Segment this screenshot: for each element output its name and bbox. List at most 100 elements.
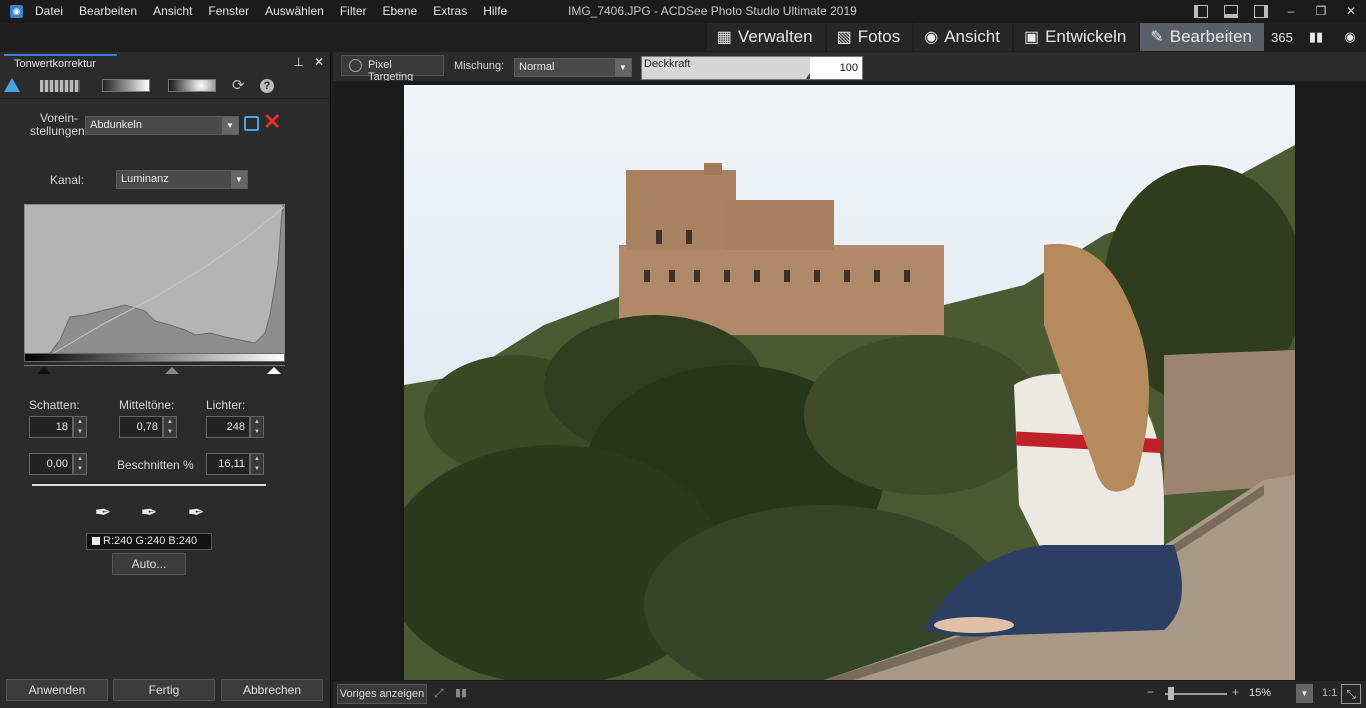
color-swatch — [92, 537, 100, 545]
layout-left-icon[interactable] — [1186, 0, 1216, 23]
menu-filter[interactable]: Filter — [340, 4, 367, 18]
maximize-button[interactable]: ❐ — [1306, 0, 1336, 23]
zoom-in-icon[interactable]: + — [1232, 685, 1239, 699]
panel-header-buttons: ⊥ ✕ — [293, 55, 324, 69]
window-title: IMG_7406.JPG - ACDSee Photo Studio Ultim… — [568, 4, 857, 18]
mode-bar: ▦ Verwalten ▧ Fotos ◉ Ansicht ▣ Entwickeln ✎… — [705, 23, 1366, 51]
done-button[interactable]: Fertig — [113, 679, 215, 701]
radial-gradient-icon[interactable] — [168, 79, 216, 92]
tab-ansicht[interactable]: ◉ Ansicht — [914, 23, 1012, 51]
close-panel-icon[interactable]: ✕ — [314, 55, 324, 69]
app-icon[interactable]: ◉ — [10, 5, 23, 18]
zoom-slider[interactable] — [1165, 693, 1227, 695]
help-icon[interactable]: ? — [260, 79, 274, 93]
title-bar: ◉ Datei Bearbeiten Ansicht Fenster Auswä… — [0, 0, 1366, 23]
cancel-button[interactable]: Abbrechen — [221, 679, 323, 701]
save-preset-icon[interactable] — [244, 116, 259, 131]
levels-slider[interactable] — [24, 365, 285, 377]
crosshair-icon — [349, 59, 362, 72]
rgb-readout: R:240 G:240 B:240 — [86, 533, 212, 550]
status-bar: Voriges anzeigen ⤢ ▮▮ − + 15% ▼ 1:1 ⤡ — [333, 681, 1366, 708]
menu-datei[interactable]: Datei — [35, 4, 63, 18]
linear-gradient-icon[interactable] — [102, 79, 150, 92]
options-bar: Pixel Targeting Mischung: Normal ▼ Deckk… — [333, 52, 1366, 83]
clip-low-input[interactable]: 0,00 — [29, 453, 73, 475]
midtones-handle[interactable] — [165, 367, 179, 374]
layout-right-icon[interactable] — [1246, 0, 1276, 23]
close-window-button[interactable]: ✕ — [1336, 0, 1366, 23]
highlights-handle[interactable] — [267, 367, 281, 374]
eye-icon: ◉ — [924, 29, 939, 46]
pixel-targeting-button[interactable]: Pixel Targeting — [341, 55, 444, 83]
chevron-down-icon: ▼ — [615, 59, 631, 76]
tab-fotos[interactable]: ▧ Fotos — [826, 23, 913, 51]
filmstrip-icon[interactable] — [40, 80, 80, 92]
tab-label: Entwickeln — [1045, 27, 1127, 46]
shadows-handle[interactable] — [37, 367, 51, 374]
warning-icon[interactable] — [4, 78, 20, 92]
blend-select[interactable]: Normal ▼ — [514, 58, 632, 77]
panel-tab-tonwertkorrektur[interactable]: Tonwertkorrektur — [4, 54, 117, 73]
shadows-input[interactable]: 18 — [29, 416, 73, 438]
fit-to-window-icon[interactable]: ⤡ — [1341, 684, 1361, 704]
histogram-gradient — [24, 353, 285, 362]
presets-select[interactable]: Abdunkeln ▼ — [85, 116, 239, 135]
tab-entwickeln[interactable]: ▣ Entwickeln — [1013, 23, 1139, 51]
zoom-value[interactable]: 15% — [1249, 687, 1271, 699]
auto-button[interactable]: Auto... — [112, 553, 186, 575]
image-canvas[interactable] — [335, 81, 1366, 681]
tab-label: Ansicht — [944, 27, 1000, 46]
minimize-button[interactable]: – — [1276, 0, 1306, 23]
dashboard-icon[interactable]: ▮▮ — [1300, 23, 1332, 51]
reset-icon[interactable]: ⟳ — [232, 76, 245, 94]
menu-fenster[interactable]: Fenster — [208, 4, 249, 18]
menu-ansicht[interactable]: Ansicht — [153, 4, 192, 18]
tab-verwalten[interactable]: ▦ Verwalten — [706, 23, 825, 51]
show-previous-button[interactable]: Voriges anzeigen — [337, 684, 427, 704]
layout-bottom-icon[interactable] — [1216, 0, 1246, 23]
menu-hilfe[interactable]: Hilfe — [483, 4, 507, 18]
photo[interactable] — [404, 85, 1295, 680]
panel-toolbar: ⟳ ? — [0, 73, 331, 99]
menu-auswaehlen[interactable]: Auswählen — [265, 4, 324, 18]
menu-ebene[interactable]: Ebene — [383, 4, 418, 18]
blend-label: Mischung: — [454, 60, 505, 72]
histogram[interactable] — [24, 204, 285, 362]
menu-extras[interactable]: Extras — [433, 4, 467, 18]
channel-value: Luminanz — [121, 173, 169, 185]
window-controls: – ❐ ✕ — [1186, 0, 1366, 23]
spin-arrows-icon[interactable]: ▲ ▼ — [163, 416, 177, 438]
shadows-label: Schatten: — [29, 398, 80, 412]
levels-panel: Tonwertkorrektur ⊥ ✕ ⟳ ? Vorein- stellun… — [0, 52, 331, 708]
channel-select[interactable]: Luminanz ▼ — [116, 170, 248, 189]
menu-bearbeiten[interactable]: Bearbeiten — [79, 4, 137, 18]
spin-arrows-icon[interactable]: ▲ ▼ — [250, 416, 264, 438]
highlights-input[interactable]: 248 — [206, 416, 250, 438]
pin-icon[interactable]: ⊥ — [293, 55, 303, 69]
actual-size-button[interactable]: 1:1 — [1322, 687, 1337, 699]
zoom-handle[interactable] — [1168, 687, 1174, 700]
spin-arrows-icon[interactable]: ▲ ▼ — [250, 453, 264, 475]
gray-eyedropper-icon[interactable]: ✒ — [135, 500, 163, 528]
fullscreen-icon[interactable]: ⤢ — [434, 686, 444, 701]
histogram-graph — [34, 205, 284, 361]
365-icon[interactable]: 365 — [1266, 23, 1298, 51]
black-eyedropper-icon[interactable]: ✒ — [89, 500, 117, 528]
histogram-icon[interactable]: ▮▮ — [455, 686, 467, 699]
apply-button[interactable]: Anwenden — [6, 679, 108, 701]
develop-icon: ▣ — [1023, 29, 1040, 46]
tab-label: Fotos — [857, 27, 901, 46]
white-eyedropper-icon[interactable]: ✒ — [182, 500, 210, 528]
spin-arrows-icon[interactable]: ▲ ▼ — [73, 453, 87, 475]
channel-label: Kanal: — [50, 173, 85, 187]
opacity-slider[interactable]: Deckkraft 100 — [641, 56, 863, 80]
zoom-out-icon[interactable]: − — [1147, 685, 1154, 699]
refresh-eye-icon[interactable]: ◉ — [1334, 23, 1366, 51]
tab-bearbeiten[interactable]: ✎ Bearbeiten — [1140, 23, 1264, 51]
midtones-input[interactable]: 0,78 — [119, 416, 163, 438]
spin-arrows-icon[interactable]: ▲ ▼ — [73, 416, 87, 438]
opacity-value[interactable]: 100 — [810, 57, 862, 79]
delete-preset-icon[interactable]: ✕ — [263, 111, 281, 133]
clip-high-input[interactable]: 16,11 — [206, 453, 250, 475]
zoom-dropdown-icon[interactable]: ▼ — [1296, 684, 1313, 703]
